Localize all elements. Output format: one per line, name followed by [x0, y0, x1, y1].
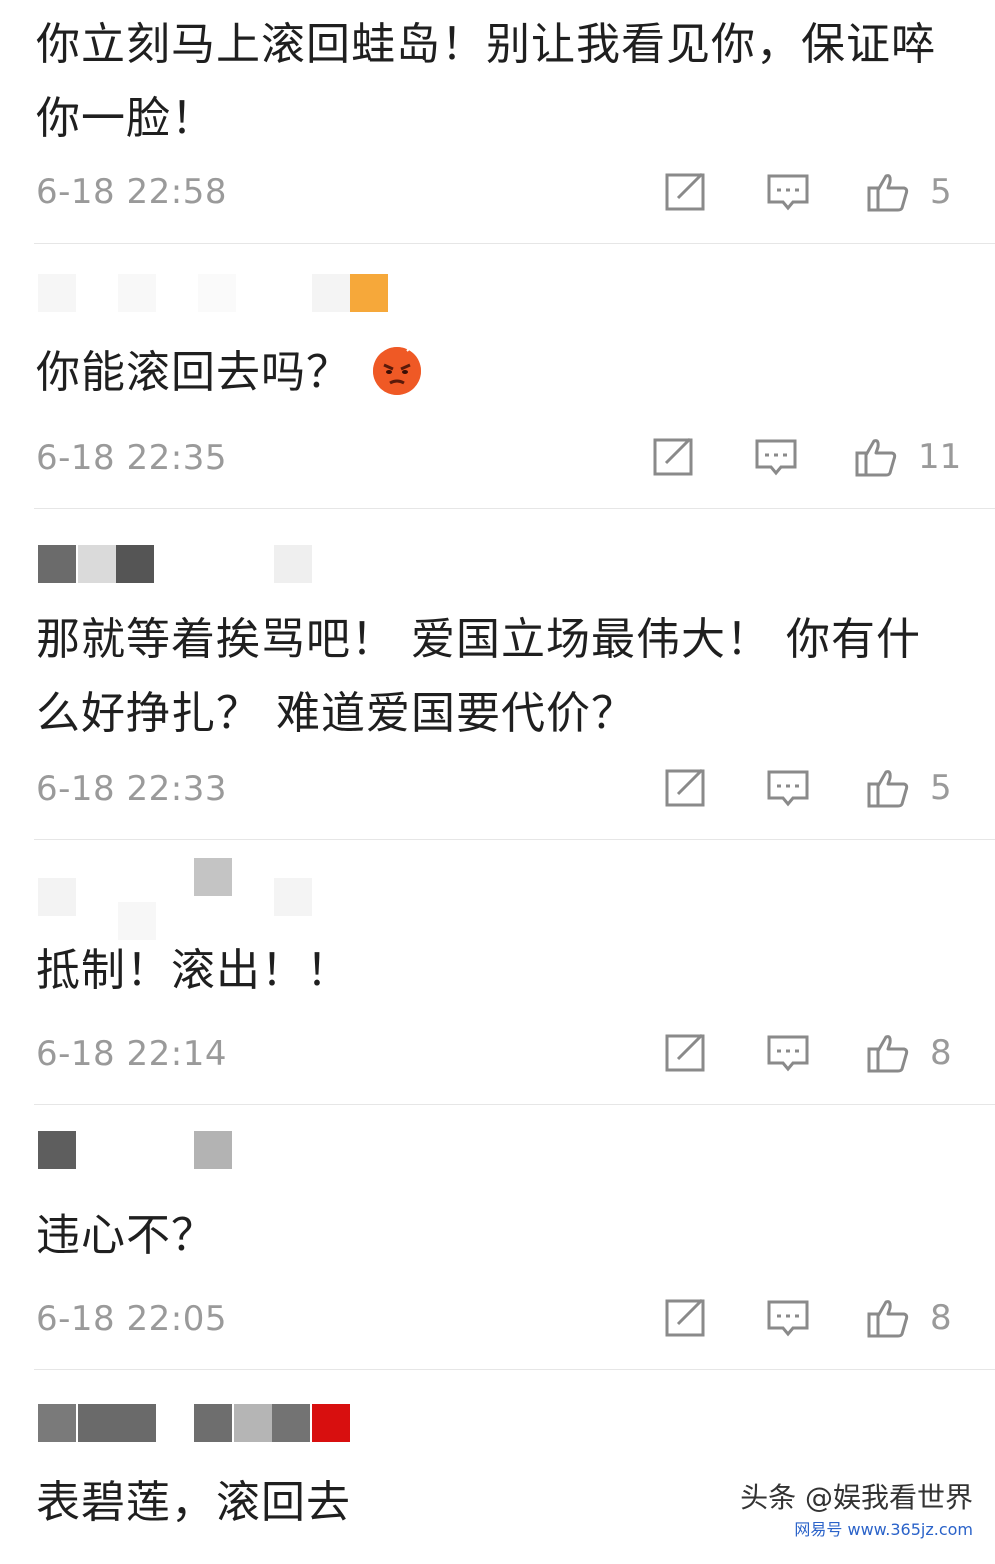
like-count: 8	[930, 1298, 952, 1338]
comment-text-row: 你能滚回去吗？	[36, 336, 956, 410]
comment-item: 那就等着挨骂吧！ 爱国立场最伟大！ 你有什么好挣扎？ 难道爱国要代价？ 6-18…	[0, 509, 995, 839]
blurred-username	[38, 1404, 358, 1444]
edit-icon[interactable]	[664, 1031, 708, 1075]
comment-actions: 5	[664, 170, 964, 218]
comment-icon[interactable]	[766, 1031, 810, 1075]
blurred-username	[38, 274, 398, 314]
comment-timestamp: 6-18 22:14	[36, 1034, 227, 1074]
comment-timestamp: 6-18 22:33	[36, 769, 227, 809]
comment-icon[interactable]	[766, 1296, 810, 1340]
comment-actions: 11	[652, 435, 964, 483]
comment-icon[interactable]	[766, 170, 810, 214]
comment-item: 违心不？ 6-18 22:05 8	[0, 1105, 995, 1369]
thumbs-up-icon[interactable]	[854, 435, 898, 479]
comment-item: 你能滚回去吗？ 6-18 22:35 11	[0, 244, 995, 508]
angry-face-emoji	[373, 344, 421, 395]
comment-timestamp: 6-18 22:58	[36, 172, 227, 212]
watermark-main: 头条 @娱我看世界	[740, 1481, 973, 1514]
comment-item: 抵制！滚出！！ 6-18 22:14 8	[0, 840, 995, 1104]
blurred-username	[38, 545, 318, 585]
edit-icon[interactable]	[664, 1296, 708, 1340]
watermark-sub: 网易号 www.365jz.com	[794, 1520, 973, 1539]
like-count: 11	[918, 437, 962, 477]
thumbs-up-icon[interactable]	[866, 766, 910, 810]
comment-timestamp: 6-18 22:05	[36, 1299, 227, 1339]
edit-icon[interactable]	[664, 766, 708, 810]
edit-icon[interactable]	[652, 435, 696, 479]
comment-text: 抵制！滚出！！	[36, 945, 351, 996]
watermark: 头条 @娱我看世界 网易号 www.365jz.com	[740, 1476, 973, 1540]
blurred-username	[38, 858, 358, 942]
comment-actions: 8	[664, 1031, 964, 1079]
comment-icon[interactable]	[766, 766, 810, 810]
thumbs-up-icon[interactable]	[866, 1031, 910, 1075]
comment-actions: 5	[664, 766, 964, 814]
comment-text: 违心不？	[36, 1210, 216, 1261]
thumbs-up-icon[interactable]	[866, 1296, 910, 1340]
thumbs-up-icon[interactable]	[866, 170, 910, 214]
edit-icon[interactable]	[664, 170, 708, 214]
like-count: 8	[930, 1033, 952, 1073]
like-count: 5	[930, 768, 952, 808]
comment-icon[interactable]	[754, 435, 798, 479]
blurred-username	[38, 1131, 238, 1171]
comment-timestamp: 6-18 22:35	[36, 438, 227, 478]
like-count: 5	[930, 172, 952, 212]
comment-text: 你立刻马上滚回蛙岛！别让我看见你，保证啐你一脸！	[36, 19, 936, 144]
comment-text: 你能滚回去吗？	[36, 347, 351, 398]
comment-actions: 8	[664, 1296, 964, 1344]
comment-text: 那就等着挨骂吧！ 爱国立场最伟大！ 你有什么好挣扎？ 难道爱国要代价？	[36, 614, 921, 739]
comment-item: 你立刻马上滚回蛙岛！别让我看见你，保证啐你一脸！ 6-18 22:58 5	[0, 0, 995, 243]
